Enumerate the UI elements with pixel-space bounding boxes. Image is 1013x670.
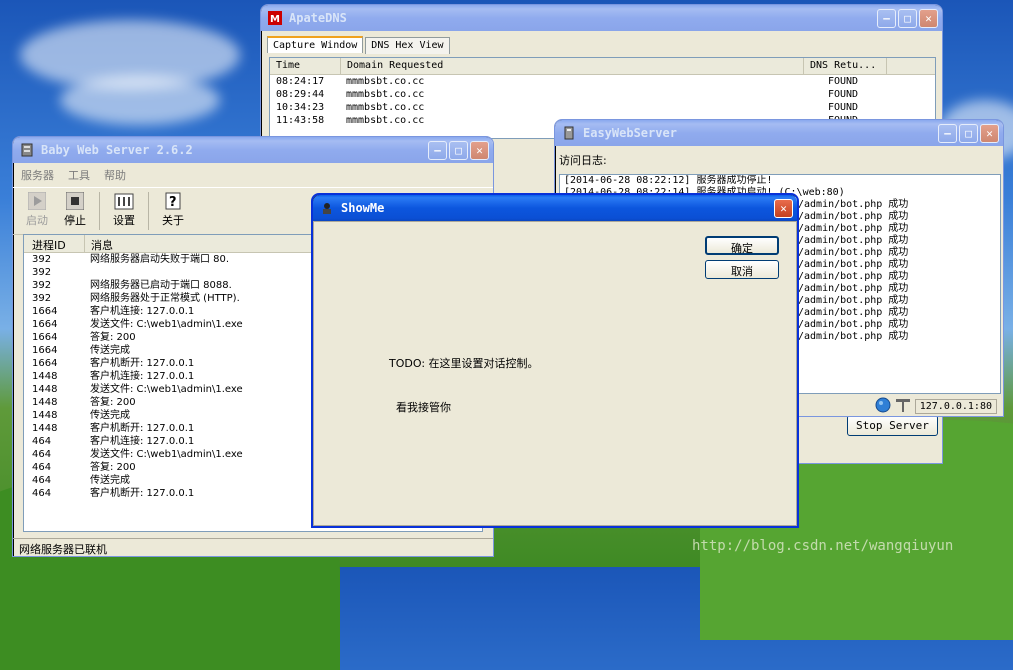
- showme-title: ShowMe: [341, 201, 385, 215]
- svg-text:?: ?: [169, 195, 177, 210]
- baby-title: Baby Web Server 2.6.2: [41, 143, 193, 157]
- showme-app-icon: [319, 200, 335, 216]
- stop-button[interactable]: 停止: [59, 192, 91, 230]
- play-icon: [27, 192, 47, 210]
- baby-menubar: 服务器 工具 帮助: [13, 163, 493, 187]
- toolbar-separator: [99, 192, 100, 230]
- about-button[interactable]: ? 关于: [157, 192, 189, 230]
- menu-server[interactable]: 服务器: [21, 167, 54, 183]
- minimize-icon[interactable]: –: [938, 123, 957, 143]
- table-row[interactable]: 08:29:44 mmmbsbt.co.cc FOUND: [270, 88, 935, 101]
- maximize-icon[interactable]: □: [898, 8, 917, 28]
- easy-title: EasyWebServer: [583, 126, 677, 140]
- svg-text:M: M: [270, 14, 280, 25]
- server-app-icon: [561, 125, 577, 141]
- baby-titlebar[interactable]: Baby Web Server 2.6.2 – □ ✕: [13, 137, 493, 163]
- minimize-icon[interactable]: –: [428, 140, 447, 160]
- stop-server-button[interactable]: Stop Server: [847, 415, 938, 436]
- takeover-text: 看我接管你: [396, 401, 451, 414]
- tools-icon: [895, 397, 911, 416]
- stop-icon: [65, 192, 85, 210]
- watermark: http://blog.csdn.net/wangqiuyun: [692, 538, 954, 554]
- table-row[interactable]: 08:24:17 mmmbsbt.co.cc FOUND: [270, 75, 935, 88]
- start-button[interactable]: 启动: [21, 192, 53, 230]
- server-app-icon: [19, 142, 35, 158]
- settings-button[interactable]: 设置: [108, 192, 140, 230]
- column-header-time[interactable]: Time: [270, 58, 341, 74]
- maximize-icon[interactable]: □: [449, 140, 468, 160]
- menu-help[interactable]: 帮助: [104, 167, 126, 183]
- tab-dns-hex-view[interactable]: DNS Hex View: [365, 37, 450, 54]
- list-item[interactable]: [2014-06-28 08:22:12] 服务器成功停止!: [560, 175, 1000, 187]
- tab-capture-window[interactable]: Capture Window: [267, 36, 364, 53]
- showme-titlebar[interactable]: ShowMe ✕: [313, 195, 797, 221]
- ok-button[interactable]: 确定: [705, 236, 779, 255]
- close-icon[interactable]: ✕: [919, 8, 938, 28]
- minimize-icon[interactable]: –: [877, 8, 896, 28]
- apatedns-app-icon: M: [267, 10, 283, 26]
- baby-status-bar: 网络服务器已联机: [13, 538, 493, 556]
- close-icon[interactable]: ✕: [470, 140, 489, 160]
- maximize-icon[interactable]: □: [959, 123, 978, 143]
- cancel-button[interactable]: 取消: [705, 260, 779, 279]
- table-row[interactable]: 10:34:23 mmmbsbt.co.cc FOUND: [270, 101, 935, 114]
- question-icon: ?: [163, 192, 183, 210]
- close-icon[interactable]: ✕: [980, 123, 999, 143]
- access-log-label: 访问日志:: [559, 154, 607, 167]
- column-header-pid[interactable]: 进程ID: [24, 235, 85, 252]
- menu-tools[interactable]: 工具: [68, 167, 90, 183]
- globe-icon: [875, 397, 891, 416]
- apatedns-titlebar[interactable]: M ApateDNS – □ ✕: [261, 5, 942, 31]
- showme-dialog[interactable]: ShowMe ✕ 确定 取消 TODO: 在这里设置对话控制。 看我接管你: [311, 193, 799, 528]
- todo-text: TODO: 在这里设置对话控制。: [389, 357, 539, 370]
- close-icon[interactable]: ✕: [774, 198, 793, 218]
- column-header-domain[interactable]: Domain Requested: [341, 58, 804, 74]
- settings-icon: [114, 192, 134, 210]
- toolbar-separator: [148, 192, 149, 230]
- column-header-dns-result[interactable]: DNS Retu...: [804, 58, 887, 74]
- easy-titlebar[interactable]: EasyWebServer – □ ✕: [555, 120, 1003, 146]
- server-address: 127.0.0.1:80: [914, 398, 997, 414]
- apatedns-title: ApateDNS: [289, 11, 347, 25]
